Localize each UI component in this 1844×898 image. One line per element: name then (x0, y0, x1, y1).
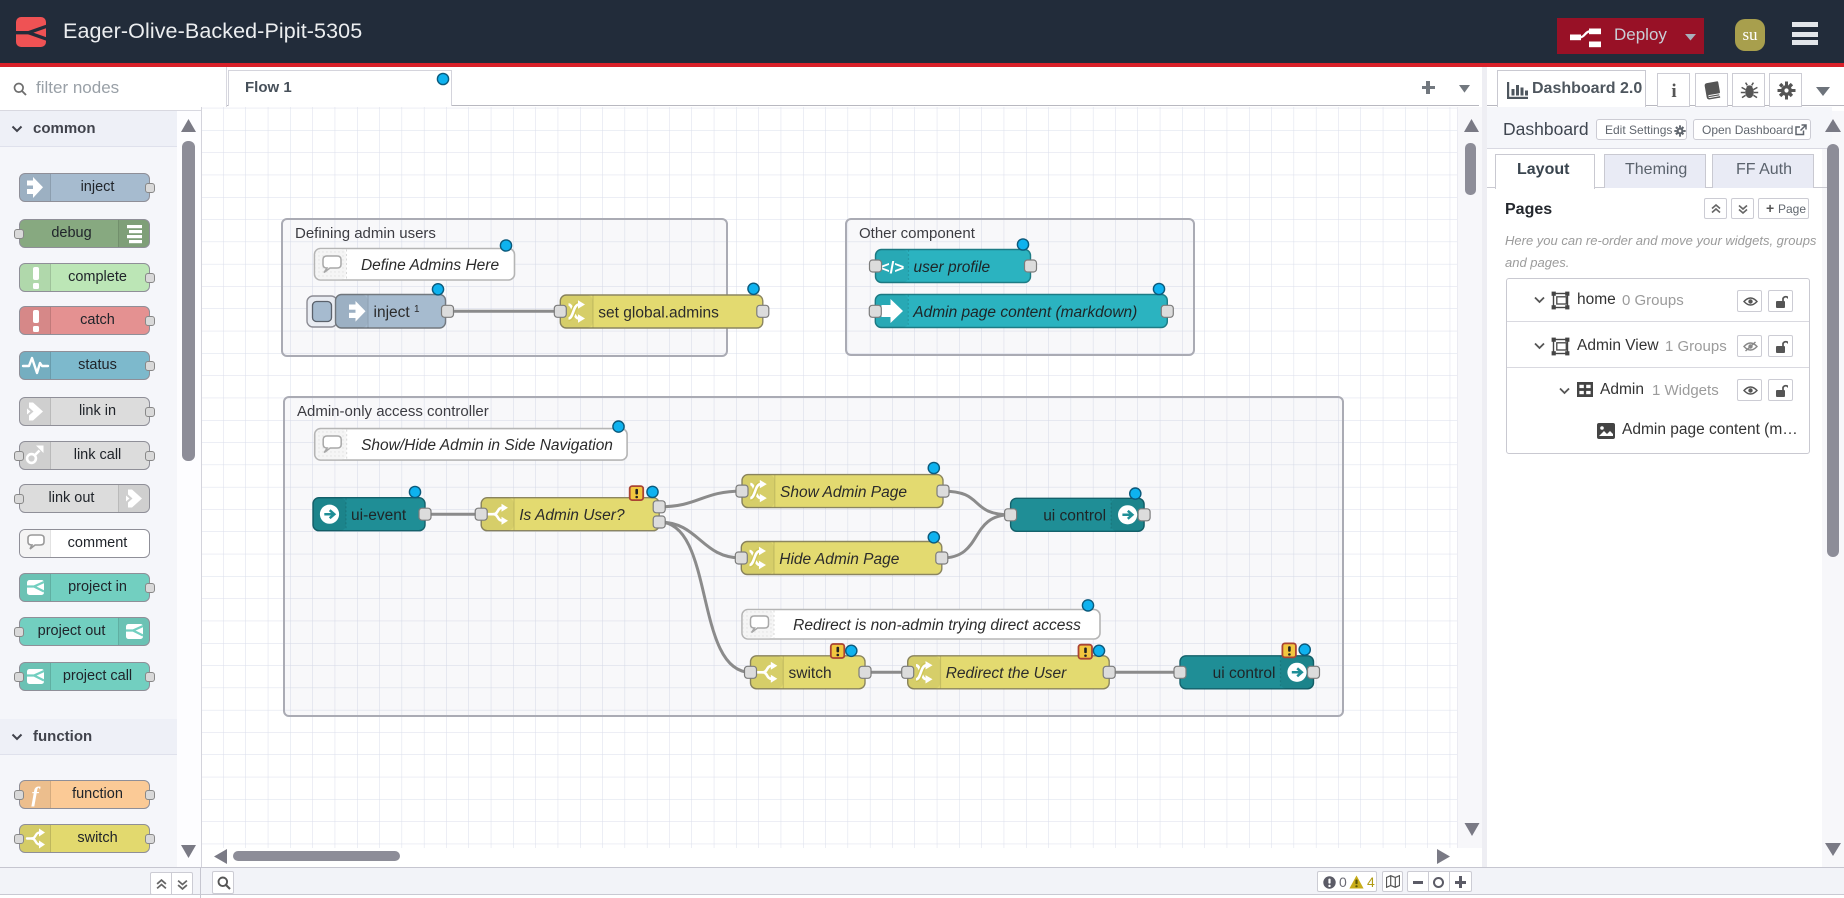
svg-text:user profile: user profile (914, 259, 991, 276)
svg-text:switch: switch (789, 665, 832, 682)
svg-text:Admin-only access controller: Admin-only access controller (297, 403, 489, 420)
svg-text:</>: </> (880, 258, 905, 277)
svg-text:Show/Hide Admin in Side Naviga: Show/Hide Admin in Side Navigation (361, 437, 613, 454)
svg-text:Defining admin users: Defining admin users (295, 225, 436, 242)
svg-text:inject 1: inject 1 (374, 304, 421, 321)
svg-text:ui control: ui control (1213, 665, 1276, 682)
svg-text:Redirect is non-admin trying d: Redirect is non-admin trying direct acce… (793, 617, 1081, 634)
svg-text:set global.admins: set global.admins (598, 305, 719, 322)
svg-text:Define Admins Here: Define Admins Here (361, 257, 500, 274)
svg-text:Other component: Other component (859, 225, 976, 242)
svg-text:Redirect the User: Redirect the User (946, 665, 1067, 682)
svg-text:Is Admin User?: Is Admin User? (519, 507, 625, 524)
svg-text:Hide Admin Page: Hide Admin Page (779, 551, 899, 568)
svg-text:Admin page content (markdown): Admin page content (markdown) (912, 304, 1137, 321)
svg-text:ui control: ui control (1043, 508, 1106, 525)
svg-text:Show Admin Page: Show Admin Page (780, 484, 907, 501)
svg-text:i: i (1671, 81, 1676, 101)
svg-text:ui-event: ui-event (351, 507, 407, 524)
